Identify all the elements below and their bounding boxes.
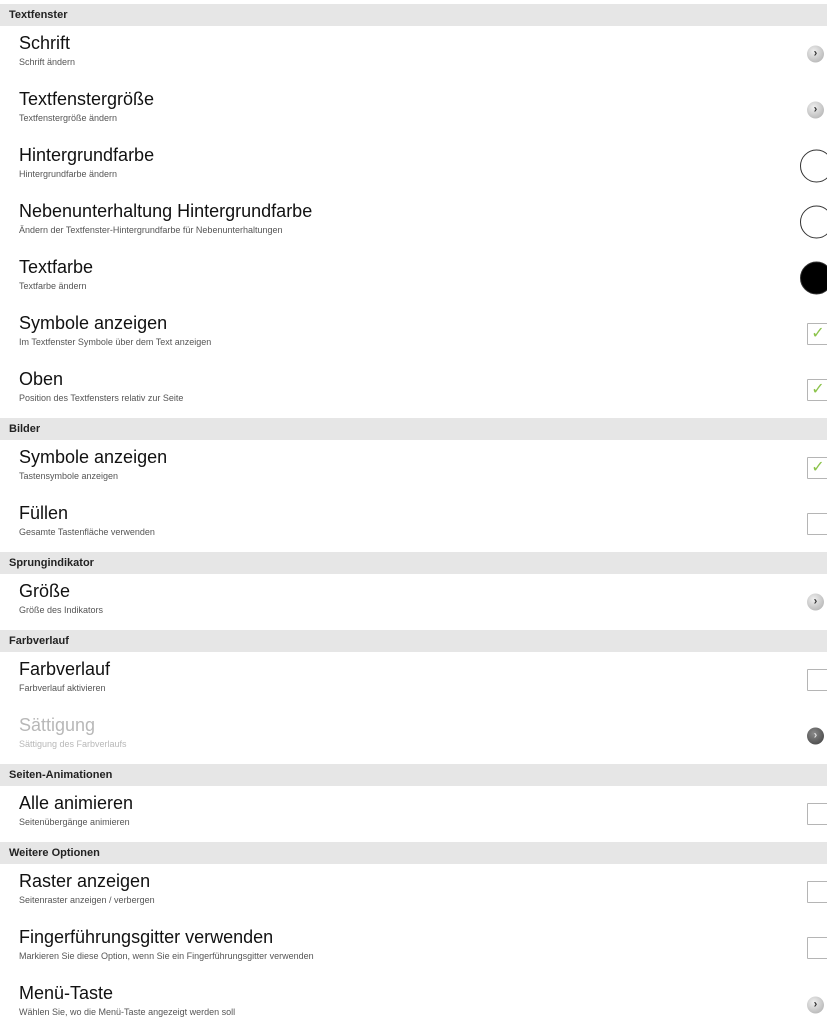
- setting-row-fingerfuehrungsgitter-verwenden[interactable]: Fingerführungsgitter verwenden Markieren …: [0, 920, 827, 976]
- setting-row-groesse[interactable]: Größe Größe des Indikators ›: [0, 574, 827, 630]
- checkbox[interactable]: [807, 669, 827, 691]
- setting-row-nebenunterhaltung-hintergrundfarbe[interactable]: Nebenunterhaltung Hintergrundfarbe Ändern…: [0, 194, 827, 250]
- checkbox[interactable]: ✓: [807, 323, 827, 345]
- setting-subtitle: Schrift ändern: [19, 57, 76, 67]
- section-header-bilder: Bilder: [0, 418, 827, 440]
- checkmark-icon: ✓: [811, 381, 825, 398]
- setting-title: Menü-Taste: [19, 983, 114, 1003]
- chevron-right-icon[interactable]: ›: [807, 101, 824, 119]
- setting-title: Fingerführungsgitter verwenden: [19, 927, 274, 947]
- setting-subtitle: Hintergrundfarbe ändern: [19, 169, 118, 179]
- setting-title: Größe: [19, 581, 71, 601]
- setting-row-symbole-anzeigen[interactable]: Symbole anzeigen Im Textfenster Symbole ü…: [0, 306, 827, 362]
- checkmark-icon: ✓: [811, 459, 825, 476]
- setting-subtitle: Sättigung des Farbverlaufs: [19, 739, 127, 749]
- setting-subtitle: Position des Textfensters relativ zur Se…: [19, 393, 184, 403]
- setting-subtitle: Textfenstergröße ändern: [19, 113, 118, 123]
- section-header-farbverlauf: Farbverlauf: [0, 630, 827, 652]
- setting-subtitle: Im Textfenster Symbole über dem Text anz…: [19, 337, 212, 347]
- checkbox[interactable]: ✓: [807, 457, 827, 479]
- setting-title: Textfenstergröße: [19, 89, 155, 109]
- setting-title: Symbole anzeigen: [19, 313, 168, 333]
- color-swatch[interactable]: [800, 149, 827, 183]
- setting-title: Hintergrundfarbe: [19, 145, 155, 165]
- setting-title: Sättigung: [19, 715, 96, 735]
- setting-title: Schrift: [19, 33, 71, 53]
- color-swatch[interactable]: [800, 205, 827, 239]
- chevron-right-icon[interactable]: ›: [807, 45, 824, 63]
- setting-subtitle: Tastensymbole anzeigen: [19, 471, 119, 481]
- setting-subtitle: Textfarbe ändern: [19, 281, 87, 291]
- setting-subtitle: Wählen Sie, wo die Menü-Taste angezeigt …: [19, 1007, 236, 1017]
- setting-row-schrift[interactable]: Schrift Schrift ändern ›: [0, 26, 827, 82]
- section-header-textfenster: Textfenster: [0, 4, 827, 26]
- setting-title: Alle animieren: [19, 793, 134, 813]
- chevron-right-icon: ›: [807, 727, 824, 745]
- setting-subtitle: Seitenübergänge animieren: [19, 817, 130, 827]
- checkbox[interactable]: [807, 937, 827, 959]
- checkbox[interactable]: [807, 513, 827, 535]
- setting-title: Oben: [19, 369, 64, 389]
- checkbox[interactable]: ✓: [807, 379, 827, 401]
- settings-list: Textfenster Schrift Schrift ändern › Textfen…: [0, 0, 827, 1033]
- setting-subtitle: Farbverlauf aktivieren: [19, 683, 106, 693]
- checkbox[interactable]: [807, 881, 827, 903]
- setting-title: Farbverlauf: [19, 659, 111, 679]
- checkbox[interactable]: [807, 803, 827, 825]
- setting-subtitle: Ändern der Textfenster-Hintergrundfarbe …: [19, 225, 283, 235]
- checkmark-icon: ✓: [811, 325, 825, 342]
- setting-row-saettigung: Sättigung Sättigung des Farbverlaufs ›: [0, 708, 827, 764]
- chevron-right-icon[interactable]: ›: [807, 996, 824, 1013]
- setting-title: Füllen: [19, 503, 69, 523]
- setting-title: Raster anzeigen: [19, 871, 151, 891]
- setting-row-fuellen[interactable]: Füllen Gesamte Tastenfläche verwenden: [0, 496, 827, 552]
- setting-row-farbverlauf[interactable]: Farbverlauf Farbverlauf aktivieren: [0, 652, 827, 708]
- setting-row-raster-anzeigen[interactable]: Raster anzeigen Seitenraster anzeigen / v…: [0, 864, 827, 920]
- setting-row-hintergrundfarbe[interactable]: Hintergrundfarbe Hintergrundfarbe ändern: [0, 138, 827, 194]
- setting-row-menue-taste[interactable]: Menü-Taste Wählen Sie, wo die Menü-Taste …: [0, 976, 827, 1033]
- setting-row-textfarbe[interactable]: Textfarbe Textfarbe ändern: [0, 250, 827, 306]
- setting-row-symbole-anzeigen[interactable]: Symbole anzeigen Tastensymbole anzeigen ✓: [0, 440, 827, 496]
- color-swatch[interactable]: [800, 261, 827, 295]
- setting-subtitle: Seitenraster anzeigen / verbergen: [19, 895, 155, 905]
- setting-title: Nebenunterhaltung Hintergrundfarbe: [19, 201, 313, 221]
- chevron-right-icon[interactable]: ›: [807, 593, 824, 611]
- setting-subtitle: Markieren Sie diese Option, wenn Sie ein…: [19, 951, 314, 961]
- setting-row-alle-animieren[interactable]: Alle animieren Seitenübergänge animieren: [0, 786, 827, 842]
- section-header-sprungindikator: Sprungindikator: [0, 552, 827, 574]
- setting-row-textfenstergroesse[interactable]: Textfenstergröße Textfenstergröße ändern ›: [0, 82, 827, 138]
- setting-title: Symbole anzeigen: [19, 447, 168, 467]
- setting-subtitle: Größe des Indikators: [19, 605, 104, 615]
- section-header-seiten-animationen: Seiten-Animationen: [0, 764, 827, 786]
- setting-title: Textfarbe: [19, 257, 94, 277]
- setting-subtitle: Gesamte Tastenfläche verwenden: [19, 527, 155, 537]
- section-header-weitere-optionen: Weitere Optionen: [0, 842, 827, 864]
- setting-row-oben[interactable]: Oben Position des Textfensters relativ zu…: [0, 362, 827, 418]
